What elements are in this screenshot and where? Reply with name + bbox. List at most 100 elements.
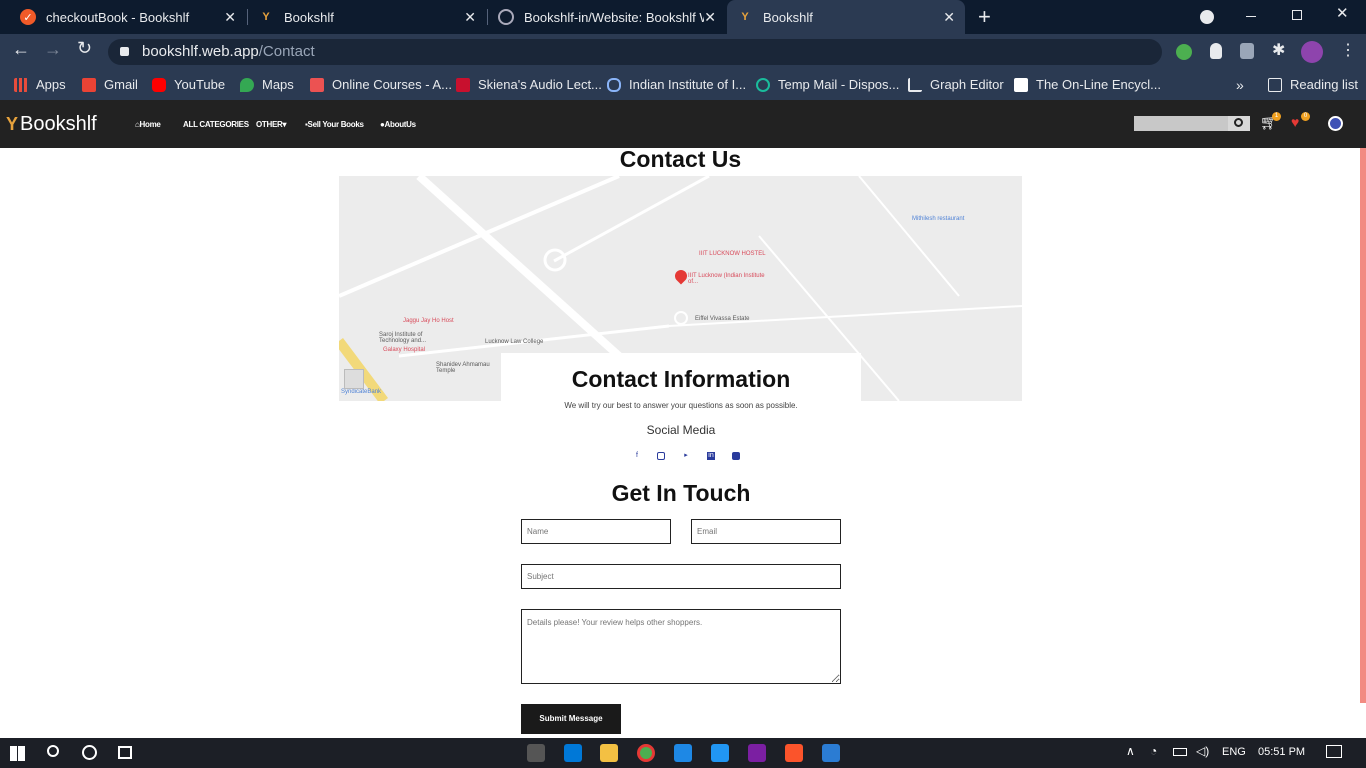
file-explorer-icon[interactable] — [600, 744, 618, 762]
tray-chevron-icon[interactable]: ∧ — [1126, 744, 1135, 758]
nav-label: Sell Your Books — [307, 120, 364, 129]
store-icon[interactable] — [527, 744, 545, 762]
email-field[interactable] — [691, 519, 841, 544]
nav-all-categories[interactable]: ALL CATEGORIES — [183, 120, 249, 129]
bookmark-skiena[interactable]: Skiena's Audio Lect... — [456, 77, 602, 92]
site-logo[interactable]: Y Bookshlf — [6, 113, 97, 136]
close-icon[interactable]: ✕ — [943, 9, 955, 26]
forward-icon[interactable]: → — [44, 39, 62, 60]
language-indicator[interactable]: ENG — [1222, 746, 1246, 758]
nav-sell-books[interactable]: ▪Sell Your Books — [305, 120, 364, 129]
notifications-icon[interactable] — [1326, 745, 1342, 758]
task-view-icon[interactable] — [118, 746, 132, 759]
onenote-icon[interactable] — [748, 744, 766, 762]
details-textarea[interactable] — [521, 609, 841, 684]
extension-green-icon[interactable] — [1176, 44, 1192, 60]
tab-title: Bookshlf — [763, 9, 813, 25]
bookmark-label: Graph Editor — [930, 77, 1004, 92]
close-icon[interactable]: ✕ — [704, 9, 716, 26]
bookmark-iiit[interactable]: Indian Institute of I... — [607, 77, 746, 92]
maps-pin-icon — [240, 77, 254, 92]
account-icon[interactable] — [1328, 116, 1343, 131]
bookmark-label: Apps — [36, 77, 66, 92]
bookmark-apps[interactable]: Apps — [14, 77, 66, 92]
eagle-logo-icon: Y — [6, 114, 19, 134]
extensions-puzzle-icon[interactable]: ✱ — [1272, 40, 1285, 60]
bookmark-online-courses[interactable]: Online Courses - A... — [310, 77, 452, 92]
tab-github[interactable]: Bookshlf-in/Website: Bookshlf W ✕ — [488, 0, 726, 34]
map-label: Galaxy Hospital — [383, 347, 426, 353]
search-icon[interactable] — [47, 745, 59, 757]
mail-icon[interactable] — [564, 744, 582, 762]
map-zoom-control[interactable] — [344, 369, 364, 389]
facebook-icon[interactable]: f — [633, 452, 641, 460]
extension-bulb-icon[interactable] — [1210, 43, 1222, 59]
reload-icon[interactable]: ↻ — [77, 38, 92, 59]
brave-icon[interactable] — [785, 744, 803, 762]
close-icon[interactable]: ✕ — [464, 9, 476, 26]
url-field[interactable]: bookshlf.web.app/Contact — [108, 39, 1162, 65]
reading-list-button[interactable]: Reading list — [1268, 77, 1358, 92]
close-window-icon[interactable]: ✕ — [1336, 4, 1349, 22]
browser-tab-bar: ✓ checkoutBook - Bookshlf ✕ Y Bookshlf ✕… — [0, 0, 1366, 34]
tab-bookshlf-active[interactable]: Y Bookshlf ✕ — [727, 0, 965, 34]
youtube-icon — [152, 77, 166, 92]
clock[interactable]: 05:51 PM — [1258, 746, 1305, 758]
todo-icon[interactable] — [711, 744, 729, 762]
contact-info-subtitle: We will try our best to answer your ques… — [564, 401, 798, 410]
tab-search-icon[interactable] — [1200, 10, 1214, 24]
subject-field[interactable] — [521, 564, 841, 589]
instagram-icon[interactable] — [657, 452, 665, 460]
close-icon[interactable]: ✕ — [224, 9, 236, 26]
caret-down-icon: ▾ — [282, 120, 287, 129]
twitter-icon[interactable]: ▸ — [682, 452, 690, 460]
bookmarks-bar: Apps Gmail YouTube Maps Online Courses -… — [0, 70, 1366, 100]
bookmark-label: Online Courses - A... — [332, 77, 452, 92]
back-icon[interactable]: ← — [12, 39, 30, 60]
nav-home[interactable]: ⌂Home — [135, 120, 161, 129]
wishlist-count-badge: 0 — [1301, 112, 1310, 121]
bookmark-oeis[interactable]: The On-Line Encycl... — [1014, 77, 1161, 92]
bookshlf-orange-icon: ✓ — [20, 9, 36, 25]
cart-button[interactable]: 🛒︎ 1 — [1260, 112, 1281, 131]
submit-message-button[interactable]: Submit Message — [521, 704, 621, 734]
wishlist-button[interactable]: ♥ 0 — [1291, 112, 1310, 130]
windows-start-icon[interactable] — [10, 746, 25, 761]
graph-icon — [908, 77, 922, 92]
word-icon[interactable] — [822, 744, 840, 762]
minimize-icon[interactable] — [1246, 16, 1256, 17]
name-field[interactable] — [521, 519, 671, 544]
bookmark-gmail[interactable]: Gmail — [82, 77, 138, 92]
link-icon — [607, 77, 621, 92]
bookmark-label: Gmail — [104, 77, 138, 92]
bookmark-maps[interactable]: Maps — [240, 77, 294, 92]
nav-other[interactable]: OTHER▾ — [256, 120, 287, 129]
vscode-icon[interactable] — [674, 744, 692, 762]
site-search-input[interactable] — [1134, 116, 1228, 131]
bookmark-label: YouTube — [174, 77, 226, 92]
wifi-icon[interactable]: ◔ — [1150, 744, 1157, 758]
more-bookmarks-button[interactable]: » — [1236, 77, 1244, 93]
linkedin-icon[interactable]: in — [707, 452, 715, 460]
tab-bookshlf[interactable]: Y Bookshlf ✕ — [248, 0, 486, 34]
new-tab-button[interactable]: + — [978, 4, 991, 30]
site-search-button[interactable] — [1228, 116, 1250, 131]
tab-checkout[interactable]: ✓ checkoutBook - Bookshlf ✕ — [8, 0, 246, 34]
bookmark-youtube[interactable]: YouTube — [152, 77, 225, 92]
menu-kebab-icon[interactable]: ⋮ — [1340, 40, 1356, 60]
extension-shield-icon[interactable] — [1240, 43, 1254, 59]
nav-about[interactable]: ●AboutUs — [380, 120, 416, 129]
bookshlf-logo-icon: Y — [262, 11, 270, 23]
youtube-icon[interactable] — [732, 452, 740, 460]
chrome-icon[interactable] — [637, 744, 655, 762]
restore-icon[interactable] — [1292, 10, 1302, 20]
bookmark-tempmail[interactable]: Temp Mail - Dispos... — [756, 77, 899, 92]
profile-avatar[interactable] — [1301, 41, 1323, 63]
site-navbar: Y Bookshlf ⌂Home ALL CATEGORIES OTHER▾ ▪… — [0, 100, 1366, 148]
map-label: SyndicateBank — [341, 389, 382, 395]
cortana-icon[interactable] — [82, 745, 97, 760]
page-scrollbar[interactable] — [1360, 148, 1366, 703]
volume-icon[interactable]: ◁) — [1196, 744, 1209, 758]
battery-icon[interactable] — [1173, 748, 1187, 756]
bookmark-graph-editor[interactable]: Graph Editor — [908, 77, 1004, 92]
